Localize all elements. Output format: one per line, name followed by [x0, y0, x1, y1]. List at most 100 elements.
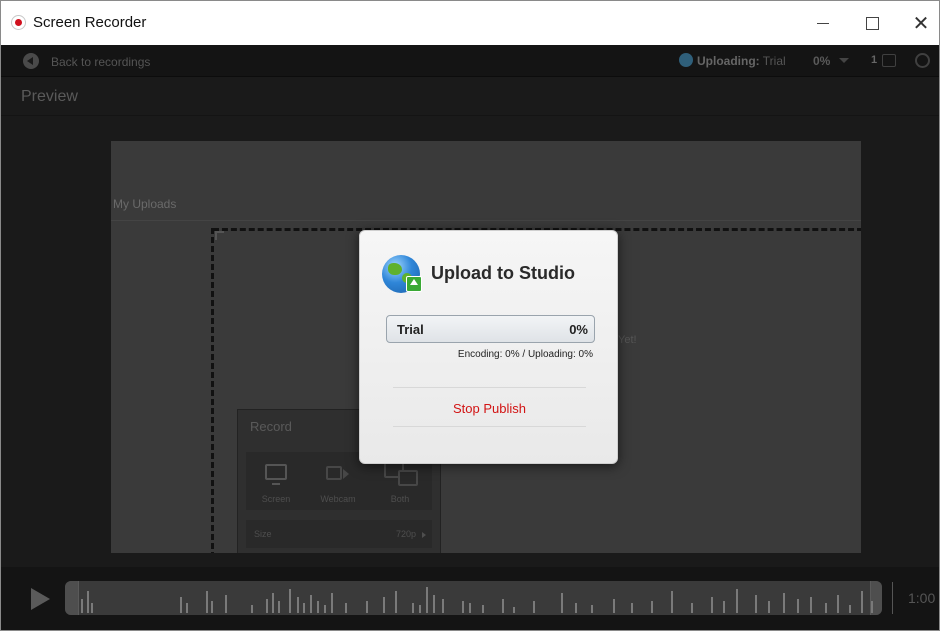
- waveform-bar: [426, 587, 428, 613]
- waveform-bar: [366, 601, 368, 613]
- queue-list-icon[interactable]: [882, 54, 896, 67]
- waveform-bar: [211, 601, 213, 613]
- waveform-bar: [797, 599, 799, 613]
- waveform-bar: [317, 601, 319, 613]
- waveform-bar: [469, 603, 471, 613]
- record-panel-title: Record: [250, 419, 292, 434]
- divider: [393, 387, 586, 388]
- waveform-bar: [266, 599, 268, 613]
- size-value: 720p: [395, 529, 416, 539]
- source-screen-option[interactable]: Screen: [246, 452, 306, 510]
- size-label: Size: [254, 529, 272, 539]
- waveform-bar: [433, 595, 435, 613]
- monitor-icon: [265, 464, 287, 485]
- uploading-name: Trial: [762, 54, 786, 68]
- waveform-bar: [691, 603, 693, 613]
- waveform-bar: [297, 597, 299, 613]
- upload-dialog: Upload to Studio Trial 0% Encoding: 0% /…: [359, 230, 618, 464]
- app-window: Screen Recorder ✕ Back to recordings Upl…: [0, 0, 940, 631]
- chevron-down-icon[interactable]: [839, 58, 849, 63]
- waveform-bar: [412, 603, 414, 613]
- play-icon[interactable]: [31, 588, 50, 610]
- waveform-bar: [278, 601, 280, 613]
- capture-region-border-left: [211, 228, 214, 553]
- stop-publish-button[interactable]: Stop Publish: [393, 391, 586, 425]
- waveform-bar: [331, 593, 333, 613]
- waveform-bar: [206, 591, 208, 613]
- title-bar: Screen Recorder ✕: [1, 1, 939, 45]
- empty-hint-text: Yet!: [618, 334, 637, 346]
- waveform-bar: [324, 605, 326, 613]
- trim-start-handle[interactable]: [65, 581, 79, 615]
- waveform-bar: [419, 605, 421, 613]
- source-label: Both: [390, 494, 410, 504]
- history-icon[interactable]: [915, 53, 930, 68]
- waveform-bar: [180, 597, 182, 613]
- waveform-bar: [810, 597, 812, 613]
- screen-and-webcam-icon: [384, 462, 418, 486]
- queue-count-badge: 1: [871, 54, 878, 66]
- waveform-bar: [631, 603, 633, 613]
- waveform-bar: [591, 605, 593, 613]
- uploading-percent: 0%: [813, 54, 831, 68]
- progress-status-text: Encoding: 0% / Uploading: 0%: [457, 349, 593, 360]
- webcam-icon: [326, 466, 349, 480]
- playback-bar: 1:00: [1, 567, 939, 630]
- waveform-bar: [186, 603, 188, 613]
- source-label: Webcam: [320, 494, 356, 504]
- waveform-bar: [303, 603, 305, 613]
- waveform-bar: [87, 591, 89, 613]
- waveform-bar: [289, 589, 291, 613]
- back-arrow-icon[interactable]: [23, 53, 39, 69]
- back-to-recordings-link[interactable]: Back to recordings: [51, 55, 150, 69]
- waveform-bar: [502, 599, 504, 613]
- waveform-bar: [711, 597, 713, 613]
- waveform-bar: [345, 603, 347, 613]
- waveform-bar: [736, 589, 738, 613]
- progress-label: Trial: [397, 322, 424, 337]
- waveform-bar: [861, 591, 863, 613]
- waveform-bar: [91, 603, 93, 613]
- timeline-track[interactable]: [65, 581, 882, 615]
- waveform-bar: [671, 591, 673, 613]
- waveform-bar: [561, 593, 563, 613]
- uploading-prefix: Uploading:: [697, 54, 760, 68]
- waveform-bar: [837, 595, 839, 613]
- waveform-bar: [482, 605, 484, 613]
- waveform-bar: [533, 601, 535, 613]
- waveform-bar: [310, 595, 312, 613]
- waveform-bar: [81, 599, 83, 613]
- waveform-bar: [395, 591, 397, 613]
- upload-arrow-icon: [406, 276, 422, 292]
- size-selector[interactable]: Size 720p: [246, 520, 432, 548]
- uploading-status[interactable]: Uploading: Trial: [697, 54, 786, 68]
- waveform-bar: [575, 603, 577, 613]
- minimize-button[interactable]: [800, 1, 846, 45]
- waveform-bar: [383, 597, 385, 613]
- waveform-bar: [825, 603, 827, 613]
- region-corner-handle[interactable]: [215, 231, 224, 240]
- chevron-right-icon: [422, 532, 426, 538]
- record-app-icon: [11, 15, 26, 30]
- waveform-bar: [871, 601, 873, 613]
- toolbar: Back to recordings Uploading: Trial 0% 1: [1, 45, 939, 77]
- upload-progress-bar: Trial 0%: [386, 315, 595, 343]
- waveform-bar: [251, 605, 253, 613]
- waveform-bar: [442, 599, 444, 613]
- divider: [892, 582, 893, 614]
- divider: [1, 115, 939, 116]
- divider: [111, 220, 861, 221]
- close-button[interactable]: ✕: [898, 1, 939, 45]
- waveform-bar: [849, 605, 851, 613]
- waveform-bar: [513, 607, 515, 613]
- waveform-bar: [755, 595, 757, 613]
- dialog-title: Upload to Studio: [431, 263, 575, 283]
- maximize-button[interactable]: [849, 1, 895, 45]
- duration-label: 1:00: [908, 590, 936, 606]
- waveform-bar: [225, 595, 227, 613]
- waveform-bar: [651, 601, 653, 613]
- my-uploads-label: My Uploads: [113, 197, 177, 211]
- preview-heading: Preview: [21, 88, 78, 105]
- waveform-bar: [613, 599, 615, 613]
- waveform-bar: [272, 593, 274, 613]
